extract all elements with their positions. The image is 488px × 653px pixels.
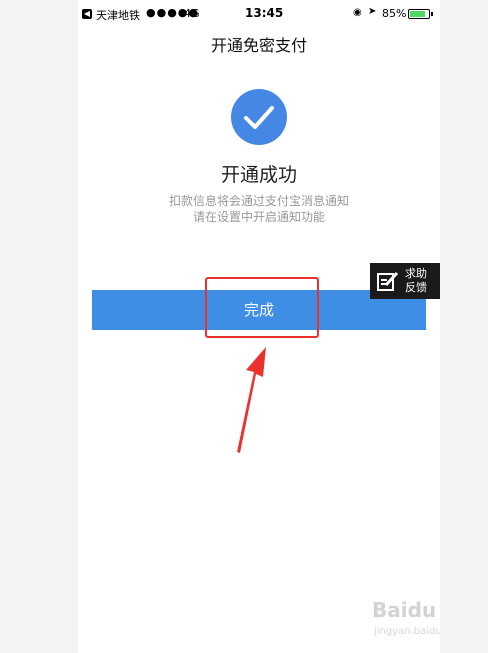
annotation-arrow-icon xyxy=(237,347,266,453)
